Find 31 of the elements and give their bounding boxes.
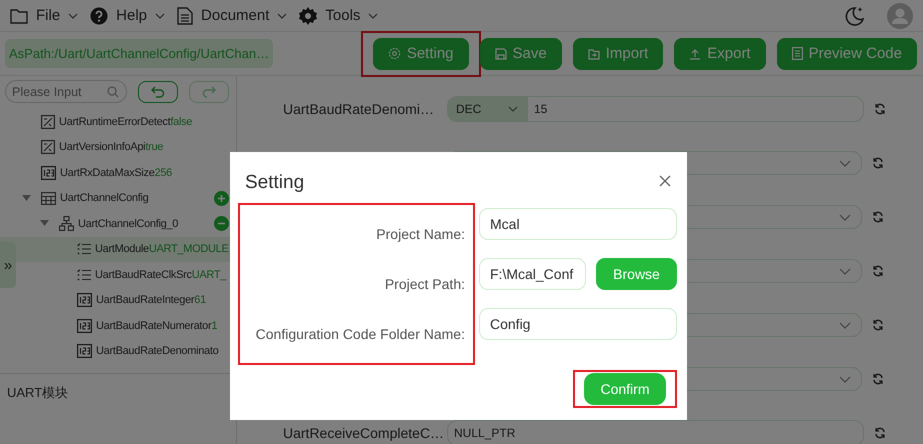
node-label: UartRxDataMaxSize — [60, 166, 155, 179]
field-label: Configuration Code Folder Name: — [256, 325, 465, 344]
node-value: 61 — [194, 294, 206, 306]
path-breadcrumb: AsPath:/Uart/UartChannelConfig/UartChan… — [5, 39, 274, 68]
node-value: false — [170, 116, 192, 128]
node-value: 1 — [211, 320, 218, 332]
node-value: 256 — [154, 166, 172, 179]
menu-label: Document — [201, 7, 270, 24]
node-label: UartBaudRateNumerator — [96, 320, 212, 332]
node-label: UartVersionInfoApi — [59, 141, 146, 154]
node-label: UartBaudRateClkSrc — [95, 268, 192, 281]
node-value: UART_MODULE — [148, 243, 228, 256]
node-label: UartChannelConfig_0 — [78, 218, 178, 230]
node-value: true — [145, 141, 164, 154]
field-label: Project Name: — [376, 225, 465, 244]
menu-label: File — [36, 7, 60, 24]
field-value: 15 — [533, 102, 548, 116]
field-label: Project Path: — [384, 275, 465, 294]
node-label: UartChannelConfig — [60, 192, 148, 204]
menu-label: Help — [116, 7, 148, 24]
description-text: UART模块 — [7, 385, 68, 400]
parameter-label: UartReceiveCompleteC… — [283, 425, 446, 441]
node-label: UartBaudRateInteger — [96, 294, 194, 306]
node-label: UartModule — [95, 243, 149, 256]
dialog-title: Setting — [245, 172, 304, 194]
node-label: UartRuntimeErrorDetect — [59, 116, 170, 128]
field-value: NULL_PTR — [453, 426, 516, 440]
node-label: UartBaudRateDenominato — [96, 345, 218, 358]
menu-label: Tools — [325, 7, 360, 24]
parameter-label: UartBaudRateDenomi… — [283, 101, 435, 117]
node-value: UART_ — [192, 268, 226, 281]
